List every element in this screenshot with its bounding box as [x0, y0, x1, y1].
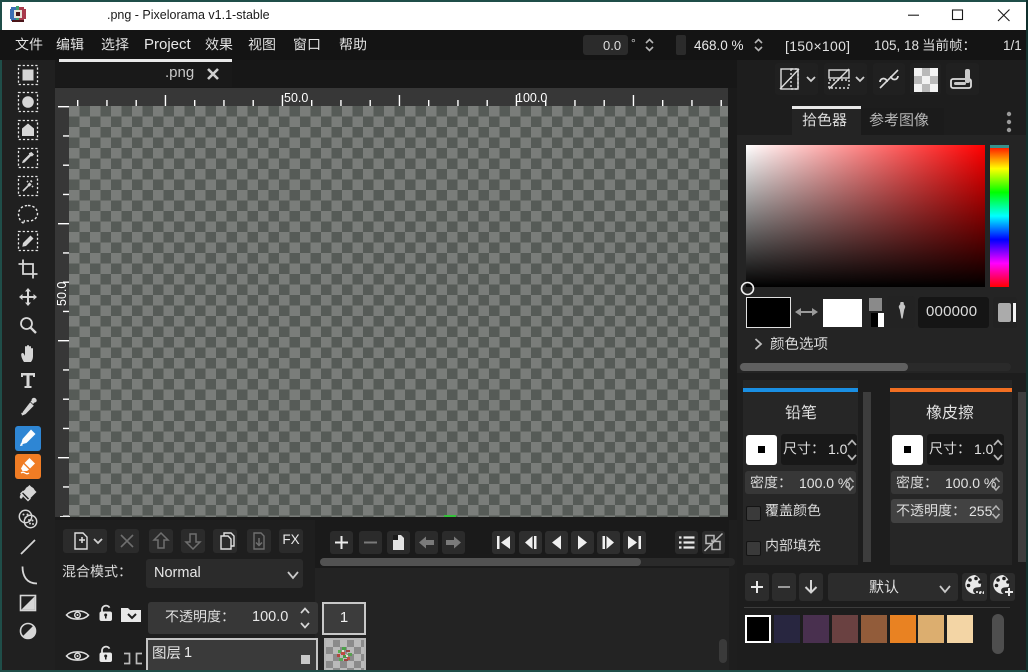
svg-text:50.0: 50.0	[55, 282, 69, 306]
svg-text:100.0: 100.0	[516, 91, 547, 105]
svg-text:50.0: 50.0	[284, 91, 308, 105]
